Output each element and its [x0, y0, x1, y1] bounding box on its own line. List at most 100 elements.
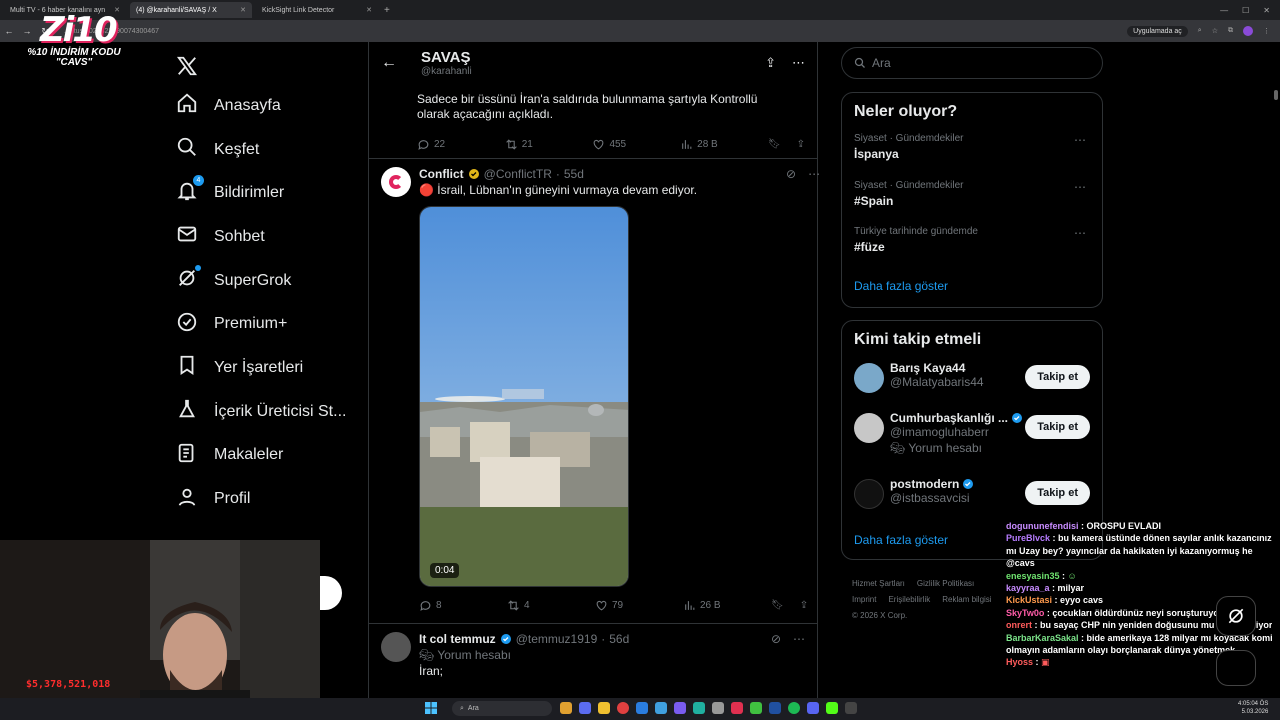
folder-icon[interactable] [598, 702, 610, 714]
repost-button[interactable]: 21 [505, 138, 593, 151]
sidebar-item-explore[interactable]: Keşfet [168, 128, 368, 172]
more-icon[interactable]: ⋯ [1074, 226, 1086, 240]
sidebar-item-notifications[interactable]: 4 Bildirimler [168, 171, 368, 215]
search-input[interactable]: Ara [841, 47, 1103, 79]
scrollbar-thumb[interactable] [1274, 90, 1278, 100]
tweet-video[interactable]: 0:04 [419, 206, 629, 587]
bookmark-icon[interactable]: 🔖︎ [771, 600, 784, 611]
tweet[interactable]: It col temmuz @temmuz1919 · 56d ⊘ ⋯ 🎭︎ Yo… [369, 624, 817, 679]
close-icon[interactable]: ✕ [240, 6, 246, 14]
app-icon[interactable] [769, 702, 781, 714]
footer-link[interactable]: Imprint [852, 595, 876, 604]
author-handle[interactable]: @temmuz1919 [516, 632, 598, 646]
avatar[interactable] [854, 413, 884, 443]
close-window-icon[interactable]: ✕ [1263, 6, 1270, 15]
app-icon[interactable] [750, 702, 762, 714]
footer-link[interactable]: Gizlilik Politikası [917, 579, 974, 588]
back-icon[interactable]: ← [0, 26, 18, 36]
profile-avatar[interactable] [1243, 26, 1253, 36]
taskbar-search[interactable]: ⌕ Ara [452, 701, 552, 716]
tweet[interactable]: Conflict @ConflictTR · 55d ⊘ ⋯ 🔴 İsrail, … [369, 159, 820, 619]
close-icon[interactable]: ✕ [366, 6, 372, 14]
app-icon[interactable] [636, 702, 648, 714]
author-name[interactable]: It col temmuz [419, 632, 496, 646]
footer-link[interactable]: Hizmet Şartları [852, 579, 905, 588]
repost-button[interactable]: 4 [507, 599, 595, 612]
tweet-time[interactable]: 56d [609, 632, 629, 646]
new-tab-icon[interactable]: + [384, 5, 390, 16]
follow-button[interactable]: Takip et [1025, 365, 1090, 389]
windows-start-icon[interactable] [425, 702, 437, 714]
bookmark-icon[interactable]: 🔖︎ [768, 139, 781, 150]
reply-button[interactable]: 8 [419, 599, 507, 612]
footer-link[interactable]: Reklam bilgisi [942, 595, 991, 604]
avatar[interactable] [854, 479, 884, 509]
zoom-icon[interactable]: ⌕ [1198, 27, 1202, 35]
like-button[interactable]: 79 [595, 599, 683, 612]
share-icon[interactable]: ⇪ [797, 139, 805, 150]
x-logo-icon[interactable] [168, 48, 208, 84]
back-arrow-icon[interactable]: ← [381, 54, 421, 72]
more-icon[interactable]: ⋯ [1074, 133, 1086, 147]
app-icon[interactable] [693, 702, 705, 714]
kick-icon[interactable] [826, 702, 838, 714]
app-icon[interactable] [674, 702, 686, 714]
like-button[interactable]: 455 [592, 138, 680, 151]
star-icon[interactable]: ☆ [1212, 27, 1218, 35]
spotify-icon[interactable] [788, 702, 800, 714]
discord-icon[interactable] [807, 702, 819, 714]
sidebar-item-profile[interactable]: Profil [168, 477, 368, 521]
sidebar-item-premium[interactable]: Premium+ [168, 302, 368, 346]
more-icon[interactable]: ⋯ [1074, 180, 1086, 194]
share-icon[interactable]: ⇪ [800, 600, 808, 611]
maximize-icon[interactable]: ☐ [1242, 6, 1249, 15]
reply-button[interactable]: 22 [417, 138, 505, 151]
grok-icon[interactable]: ⊘ [786, 167, 796, 181]
more-icon[interactable]: ⋯ [792, 55, 805, 71]
views-button[interactable]: 28 B [680, 138, 768, 151]
avatar[interactable] [381, 167, 411, 197]
minimize-icon[interactable]: — [1220, 6, 1228, 15]
follow-suggestion[interactable]: Cumhurbaşkanlığı ... @imamogluhaberr 🎭︎ Yo… [854, 411, 1090, 477]
app-icon[interactable] [731, 702, 743, 714]
trend-item[interactable]: Türkiye tarihinde gündemde #füze ⋯ [854, 226, 1090, 273]
app-icon[interactable] [655, 702, 667, 714]
tweet-time[interactable]: 55d [564, 167, 584, 181]
open-in-app-button[interactable]: Uygulamada aç [1127, 25, 1188, 37]
more-icon[interactable]: ⋯ [808, 167, 820, 181]
follow-suggestion[interactable]: Barış Kaya44 @Malatyabaris44 Takip et [854, 361, 1090, 411]
browser-tab-x[interactable]: (4) @karahanli/SAVAŞ / X ✕ [130, 2, 252, 18]
follow-button[interactable]: Takip et [1025, 415, 1090, 439]
sidebar-item-messages[interactable]: Sohbet [168, 215, 368, 259]
sidebar-item-bookmarks[interactable]: Yer İşaretleri [168, 346, 368, 390]
app-icon[interactable] [579, 702, 591, 714]
views-button[interactable]: 26 B [683, 599, 771, 612]
app-icon[interactable] [560, 702, 572, 714]
sidebar-item-creator-studio[interactable]: İçerik Üreticisi St... [168, 390, 368, 434]
scrollbar[interactable] [1272, 42, 1280, 698]
trend-item[interactable]: Siyaset · Gündemdekiler #Spain ⋯ [854, 180, 1090, 227]
avatar[interactable] [381, 632, 411, 662]
author-name[interactable]: Conflict [419, 167, 464, 181]
app-icon[interactable] [712, 702, 724, 714]
more-icon[interactable]: ⋯ [793, 632, 805, 646]
sidebar-item-supergrok[interactable]: SuperGrok [168, 259, 368, 303]
grok-icon[interactable]: ⊘ [771, 632, 781, 646]
messages-button[interactable] [1216, 650, 1256, 686]
app-icon[interactable] [845, 702, 857, 714]
menu-icon[interactable]: ⋮ [1263, 27, 1270, 35]
browser-tab-kicksight[interactable]: KickSight Link Detector ✕ [256, 2, 378, 18]
system-clock[interactable]: 4:05:04 ÖS 5.03.2026 [1238, 700, 1268, 716]
avatar[interactable] [854, 363, 884, 393]
author-handle[interactable]: @ConflictTR [484, 167, 552, 181]
chrome-icon[interactable] [617, 702, 629, 714]
footer-link[interactable]: Erişilebilirlik [888, 595, 930, 604]
trend-item[interactable]: Siyaset · Gündemdekiler İspanya ⋯ [854, 133, 1090, 180]
follow-button[interactable]: Takip et [1025, 481, 1090, 505]
sidebar-item-articles[interactable]: Makaleler [168, 434, 368, 478]
show-more-link[interactable]: Daha fazla göster [854, 279, 1090, 293]
sidebar-item-home[interactable]: Anasayfa [168, 84, 368, 128]
grok-button[interactable] [1216, 596, 1256, 636]
extensions-icon[interactable]: ⧉ [1228, 27, 1233, 35]
share-icon[interactable]: ⇪ [765, 55, 776, 71]
